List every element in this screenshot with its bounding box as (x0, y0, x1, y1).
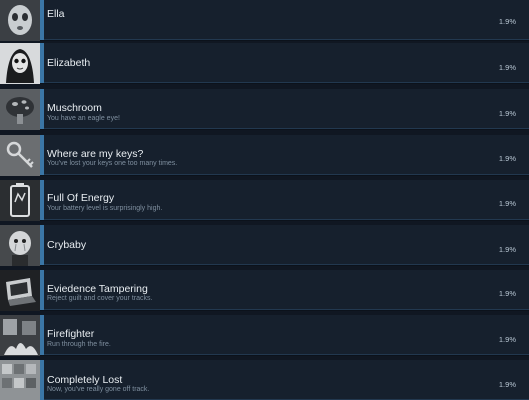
achievement-panel: Eviedence Tampering Reject guilt and cov… (44, 270, 529, 310)
achievement-description: Now, you've really gone off track. (47, 386, 150, 393)
achievement-percent: 1.9% (498, 199, 516, 208)
achievement-row-evidence-tampering[interactable]: Eviedence Tampering Reject guilt and cov… (0, 270, 529, 311)
achievement-panel: Full Of Energy Your battery level is sur… (44, 180, 529, 220)
girl-face-icon (0, 43, 40, 84)
achievement-panel: Firefighter Run through the fire. 1.9% (44, 315, 529, 355)
crying-doll-icon (0, 225, 40, 266)
achievement-panel: Completely Lost Now, you've really gone … (44, 360, 529, 400)
achievement-description: Run through the fire. (47, 341, 111, 348)
achievement-row-firefighter[interactable]: Firefighter Run through the fire. 1.9% (0, 315, 529, 356)
achievement-title: Full Of Energy (47, 192, 115, 204)
achievement-percent: 1.9% (498, 63, 516, 72)
achievement-panel: Where are my keys? You've lost your keys… (44, 135, 529, 175)
mushroom-icon (0, 89, 40, 130)
achievement-row-crybaby[interactable]: Crybaby 1.9% (0, 225, 529, 266)
achievement-title: Crybaby (47, 239, 87, 251)
achievement-description: You've lost your keys one too many times… (47, 160, 178, 167)
achievement-description: Reject guilt and cover your tracks. (47, 295, 153, 302)
keys-icon (0, 135, 40, 176)
achievement-percent: 1.9% (498, 17, 516, 26)
achievement-title: Firefighter (47, 328, 95, 340)
achievement-row-full-of-energy[interactable]: Full Of Energy Your battery level is sur… (0, 180, 529, 221)
achievement-panel: Crybaby 1.9% (44, 225, 529, 265)
achievement-description: You have an eagle eye! (47, 115, 120, 122)
achievement-percent: 1.9% (498, 245, 516, 254)
achievement-title: Completely Lost (47, 374, 123, 386)
achievement-percent: 1.9% (498, 380, 516, 389)
laptop-icon (0, 270, 40, 311)
achievement-percent: 1.9% (498, 335, 516, 344)
achievement-panel: Ella 1.9% (44, 0, 529, 40)
achievement-title: Where are my keys? (47, 148, 144, 160)
achievement-percent: 1.9% (498, 109, 516, 118)
achievement-percent: 1.9% (498, 289, 516, 298)
achievement-panel: Muschroom You have an eagle eye! 1.9% (44, 89, 529, 129)
achievement-title: Ella (47, 8, 65, 20)
achievement-row-keys[interactable]: Where are my keys? You've lost your keys… (0, 135, 529, 176)
achievement-row-completely-lost[interactable]: Completely Lost Now, you've really gone … (0, 360, 529, 400)
ghost-face-icon (0, 0, 40, 41)
achievement-row-ella[interactable]: Ella 1.9% (0, 0, 529, 41)
achievement-list: Ella 1.9% Elizabeth 1.9% Muschroom You h… (0, 0, 529, 400)
lost-wall-icon (0, 360, 40, 400)
achievement-row-muschroom[interactable]: Muschroom You have an eagle eye! 1.9% (0, 89, 529, 130)
fire-room-icon (0, 315, 40, 356)
achievement-panel: Elizabeth 1.9% (44, 43, 529, 83)
achievement-title: Elizabeth (47, 57, 91, 69)
battery-hand-icon (0, 180, 40, 221)
achievement-percent: 1.9% (498, 154, 516, 163)
achievement-title: Muschroom (47, 102, 102, 114)
achievement-description: Your battery level is surprisingly high. (47, 205, 163, 212)
achievement-title: Eviedence Tampering (47, 283, 148, 295)
achievement-row-elizabeth[interactable]: Elizabeth 1.9% (0, 43, 529, 84)
